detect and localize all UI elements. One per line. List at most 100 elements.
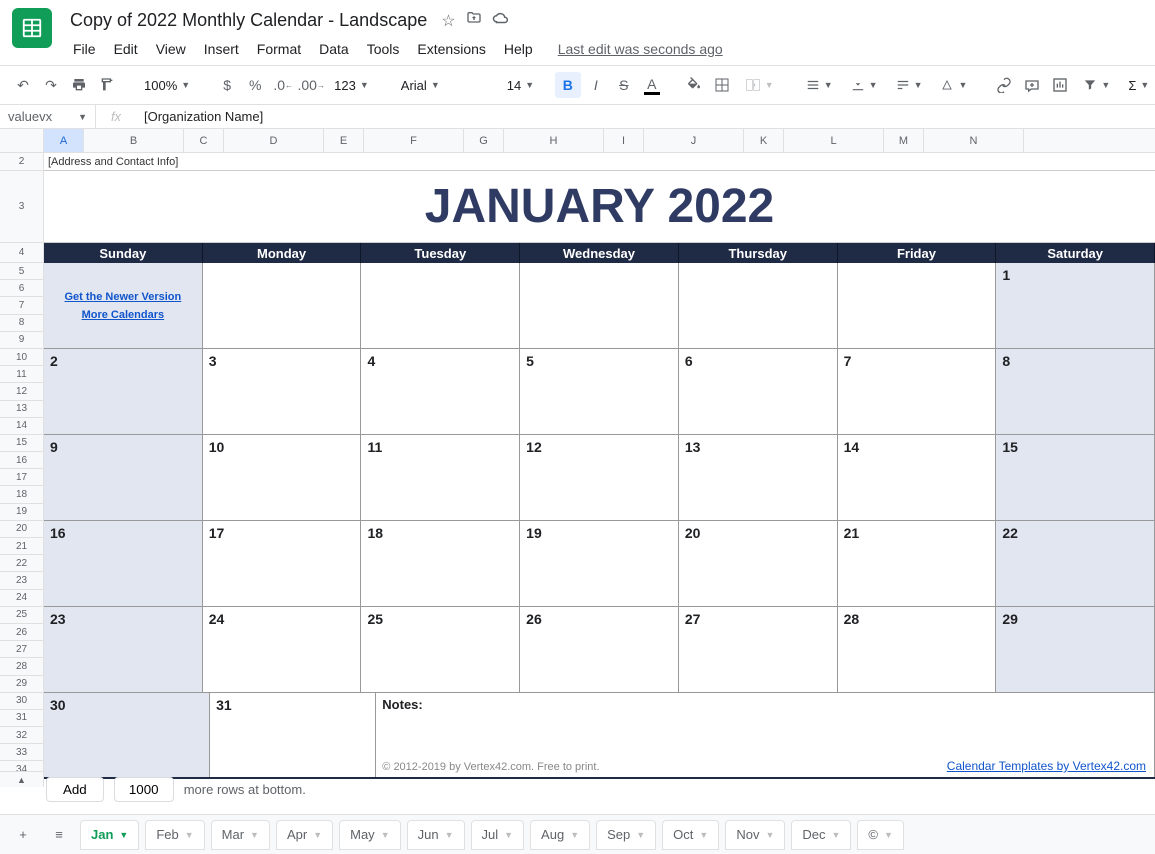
font-size-select[interactable]: 14▼	[499, 72, 539, 98]
fill-color-button[interactable]	[681, 72, 707, 98]
date-11[interactable]: 11	[361, 435, 520, 520]
date-21[interactable]: 21	[838, 521, 997, 606]
row-header-26[interactable]: 26	[0, 624, 44, 641]
col-header-J[interactable]: J	[644, 129, 744, 152]
col-header-I[interactable]: I	[604, 129, 644, 152]
menu-extensions[interactable]: Extensions	[410, 37, 492, 61]
date-9[interactable]: 9	[44, 435, 203, 520]
sheet-tab-sep[interactable]: Sep▼	[596, 820, 656, 850]
filter-button[interactable]: ▼	[1075, 72, 1118, 98]
date-17[interactable]: 17	[203, 521, 362, 606]
date-30[interactable]: 30	[44, 693, 210, 777]
increase-decimal-button[interactable]: .00→	[298, 72, 324, 98]
row-header-13[interactable]: 13	[0, 401, 44, 418]
col-header-H[interactable]: H	[504, 129, 604, 152]
move-icon[interactable]	[466, 10, 482, 31]
cloud-icon[interactable]	[492, 11, 510, 30]
sheet-tab-may[interactable]: May▼	[339, 820, 400, 850]
date-31[interactable]: 31	[210, 693, 376, 777]
row-header-5[interactable]: 5	[0, 263, 44, 280]
zoom-select[interactable]: 100%▼	[136, 72, 198, 98]
date-20[interactable]: 20	[679, 521, 838, 606]
empty-cell[interactable]	[203, 263, 362, 348]
row-header-24[interactable]: 24	[0, 590, 44, 607]
col-header-B[interactable]: B	[84, 129, 184, 152]
more-calendars-link[interactable]: More Calendars	[82, 309, 165, 321]
paint-format-button[interactable]	[94, 72, 120, 98]
row-header-27[interactable]: 27	[0, 641, 44, 658]
add-sheet-button[interactable]: +	[8, 820, 38, 850]
menu-view[interactable]: View	[149, 37, 193, 61]
functions-button[interactable]: Σ▼	[1120, 72, 1155, 98]
col-header-C[interactable]: C	[184, 129, 224, 152]
col-header-F[interactable]: F	[364, 129, 464, 152]
undo-button[interactable]: ↶	[10, 72, 36, 98]
date-12[interactable]: 12	[520, 435, 679, 520]
sheet-tab-aug[interactable]: Aug▼	[530, 820, 590, 850]
date-24[interactable]: 24	[203, 607, 362, 692]
col-header-A[interactable]: A	[44, 129, 84, 152]
print-button[interactable]	[66, 72, 92, 98]
row-header-3[interactable]: 3	[0, 171, 44, 243]
links-cell[interactable]: Get the Newer VersionMore Calendars	[44, 263, 203, 348]
col-header-D[interactable]: D	[224, 129, 324, 152]
row-header-23[interactable]: 23	[0, 572, 44, 589]
menu-help[interactable]: Help	[497, 37, 540, 61]
sheet-tab-jan[interactable]: Jan▼	[80, 820, 139, 850]
row-header-29[interactable]: 29	[0, 676, 44, 693]
doc-title[interactable]: Copy of 2022 Monthly Calendar - Landscap…	[66, 8, 431, 33]
row-header-22[interactable]: 22	[0, 555, 44, 572]
empty-cell[interactable]	[520, 263, 679, 348]
last-edit-link[interactable]: Last edit was seconds ago	[558, 41, 723, 57]
currency-button[interactable]: $	[214, 72, 240, 98]
col-header-E[interactable]: E	[324, 129, 364, 152]
text-color-button[interactable]: A	[639, 72, 665, 98]
more-formats-button[interactable]: 123▼	[326, 72, 377, 98]
date-14[interactable]: 14	[838, 435, 997, 520]
row-header-10[interactable]: 10	[0, 349, 44, 366]
row-header-4[interactable]: 4	[0, 243, 44, 263]
row-header-20[interactable]: 20	[0, 521, 44, 538]
col-header-N[interactable]: N	[924, 129, 1024, 152]
date-19[interactable]: 19	[520, 521, 679, 606]
row-header-16[interactable]: 16	[0, 452, 44, 469]
col-header-L[interactable]: L	[784, 129, 884, 152]
empty-cell[interactable]	[361, 263, 520, 348]
sheet-tab-dec[interactable]: Dec▼	[791, 820, 851, 850]
notes-area[interactable]: Notes:© 2012-2019 by Vertex42.com. Free …	[376, 693, 1155, 777]
chart-button[interactable]	[1047, 72, 1073, 98]
date-16[interactable]: 16	[44, 521, 203, 606]
menu-tools[interactable]: Tools	[360, 37, 407, 61]
row-header-6[interactable]: 6	[0, 280, 44, 297]
row-header-19[interactable]: 19	[0, 504, 44, 521]
halign-button[interactable]: ▼	[798, 72, 841, 98]
menu-format[interactable]: Format	[250, 37, 308, 61]
row-header-32[interactable]: 32	[0, 727, 44, 744]
sheet-tab-jul[interactable]: Jul▼	[471, 820, 525, 850]
sheet-tab-apr[interactable]: Apr▼	[276, 820, 333, 850]
date-29[interactable]: 29	[996, 607, 1155, 692]
date-3[interactable]: 3	[203, 349, 362, 434]
sheet-tab-jun[interactable]: Jun▼	[407, 820, 465, 850]
row-header-15[interactable]: 15	[0, 435, 44, 452]
date-26[interactable]: 26	[520, 607, 679, 692]
row-header-8[interactable]: 8	[0, 315, 44, 332]
col-header-K[interactable]: K	[744, 129, 784, 152]
font-select[interactable]: Arial▼	[393, 72, 483, 98]
address-cell[interactable]: [Address and Contact Info]	[44, 153, 1155, 171]
redo-button[interactable]: ↷	[38, 72, 64, 98]
merge-button[interactable]: ▼	[737, 72, 782, 98]
all-sheets-button[interactable]: ≡	[44, 820, 74, 850]
date-5[interactable]: 5	[520, 349, 679, 434]
row-header-2[interactable]: 2	[0, 153, 44, 171]
star-icon[interactable]: ☆	[441, 11, 455, 31]
date-7[interactable]: 7	[838, 349, 997, 434]
template-link[interactable]: Calendar Templates by Vertex42.com	[947, 759, 1146, 773]
menu-insert[interactable]: Insert	[197, 37, 246, 61]
bold-button[interactable]: B	[555, 72, 581, 98]
date-15[interactable]: 15	[996, 435, 1155, 520]
date-28[interactable]: 28	[838, 607, 997, 692]
sheet-tab-oct[interactable]: Oct▼	[662, 820, 719, 850]
date-22[interactable]: 22	[996, 521, 1155, 606]
add-rows-count[interactable]	[114, 777, 174, 802]
